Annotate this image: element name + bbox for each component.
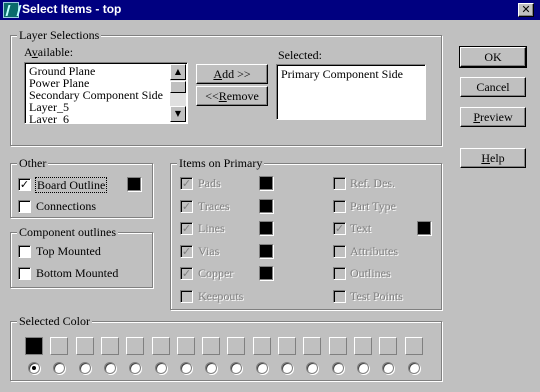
selected-color-label: Selected Color [17, 314, 92, 328]
bottom-mounted-checkbox[interactable] [18, 267, 31, 280]
copper-color-swatch[interactable] [259, 266, 273, 280]
text-checkbox[interactable]: ✓ [333, 222, 346, 235]
app-icon [3, 2, 19, 18]
available-label: Available: [24, 45, 74, 59]
palette-radio[interactable] [281, 362, 293, 374]
selected-color-group: Selected Color [10, 314, 442, 381]
pads-checkbox[interactable]: ✓ [180, 177, 193, 190]
text-color-swatch[interactable] [417, 221, 431, 235]
available-list-item[interactable]: Layer_6 [26, 113, 170, 123]
lines-checkbox[interactable]: ✓ [180, 222, 193, 235]
scroll-down-button[interactable]: ▼ [170, 106, 186, 122]
palette-swatch[interactable] [379, 337, 397, 355]
copper-checkbox[interactable]: ✓ [180, 267, 193, 280]
vias-checkbox[interactable]: ✓ [180, 245, 193, 258]
lines-label: Lines [198, 221, 225, 235]
palette-radio[interactable] [408, 362, 420, 374]
traces-label: Traces [198, 199, 230, 213]
palette-radio[interactable] [306, 362, 318, 374]
palette-swatch[interactable] [405, 337, 423, 355]
part-type-checkbox[interactable] [333, 200, 346, 213]
keepouts-label: Keepouts [198, 289, 244, 303]
items-on-primary-label: Items on Primary [177, 156, 265, 170]
selected-label: Selected: [278, 48, 322, 62]
palette-radio[interactable] [230, 362, 242, 374]
lines-color-swatch[interactable] [259, 221, 273, 235]
add-button[interactable]: Add >> [196, 64, 268, 84]
scroll-up-button[interactable]: ▲ [170, 64, 186, 80]
text-label: Text [350, 221, 372, 235]
ref-des-label: Ref. Des. [350, 176, 395, 190]
selected-listbox[interactable]: Primary Component Side [276, 64, 426, 120]
palette-swatch[interactable] [253, 337, 271, 355]
palette-radio[interactable] [155, 362, 167, 374]
close-button[interactable]: ✕ [518, 3, 534, 17]
palette-radio[interactable] [79, 362, 91, 374]
available-scrollbar[interactable]: ▲ ▼ [170, 64, 186, 122]
test-points-label: Test Points [350, 289, 403, 303]
selected-list-item[interactable]: Primary Component Side [278, 68, 424, 80]
ref-des-checkbox[interactable] [333, 177, 346, 190]
cancel-button[interactable]: Cancel [460, 77, 526, 97]
traces-color-swatch[interactable] [259, 199, 273, 213]
palette-swatch[interactable] [329, 337, 347, 355]
top-mounted-label: Top Mounted [36, 244, 101, 258]
pads-color-swatch[interactable] [259, 176, 273, 190]
top-mounted-checkbox[interactable] [18, 245, 31, 258]
vias-color-swatch[interactable] [259, 244, 273, 258]
palette-radio[interactable] [180, 362, 192, 374]
palette-swatch[interactable] [227, 337, 245, 355]
part-type-label: Part Type [350, 199, 396, 213]
traces-checkbox[interactable]: ✓ [180, 200, 193, 213]
palette-radio[interactable] [256, 362, 268, 374]
title-bar: Select Items - top ✕ [0, 0, 540, 20]
palette-radio[interactable] [53, 362, 65, 374]
ok-button[interactable]: OK [459, 46, 527, 68]
component-outlines-label: Component outlines [17, 225, 118, 239]
palette-swatch[interactable] [354, 337, 372, 355]
outlines-checkbox[interactable] [333, 267, 346, 280]
palette-swatch[interactable] [101, 337, 119, 355]
connections-label: Connections [36, 199, 96, 213]
palette-swatch[interactable] [50, 337, 68, 355]
keepouts-checkbox[interactable] [180, 290, 193, 303]
board-outline-color-swatch[interactable] [127, 177, 141, 191]
preview-button[interactable]: Preview [460, 107, 526, 127]
pads-label: Pads [198, 176, 221, 190]
copper-label: Copper [198, 266, 234, 280]
layer-selections-label: Layer Selections [17, 28, 102, 42]
palette-radio[interactable] [104, 362, 116, 374]
palette-radio[interactable] [332, 362, 344, 374]
palette-swatch[interactable] [25, 337, 43, 355]
window-title: Select Items - top [22, 2, 122, 16]
palette-radio[interactable] [357, 362, 369, 374]
board-outline-checkbox[interactable]: ✓ [18, 178, 31, 191]
scroll-thumb[interactable] [170, 81, 186, 93]
palette-swatch[interactable] [177, 337, 195, 355]
remove-button[interactable]: <<Remove [196, 86, 268, 106]
connections-checkbox[interactable] [18, 200, 31, 213]
vias-label: Vias [198, 244, 220, 258]
palette-swatch[interactable] [76, 337, 94, 355]
palette-radio[interactable] [28, 362, 40, 374]
palette-swatch[interactable] [202, 337, 220, 355]
board-outline-label: Board Outline [35, 177, 108, 193]
outlines-label: Outlines [350, 266, 391, 280]
palette-swatch[interactable] [278, 337, 296, 355]
palette-radio[interactable] [382, 362, 394, 374]
attributes-checkbox[interactable] [333, 245, 346, 258]
palette-radio[interactable] [205, 362, 217, 374]
palette-swatch[interactable] [152, 337, 170, 355]
available-listbox[interactable]: Ground Plane Power Plane Secondary Compone… [24, 62, 188, 124]
help-button[interactable]: Help [460, 148, 526, 168]
attributes-label: Attributes [350, 244, 398, 258]
other-label: Other [17, 156, 49, 170]
test-points-checkbox[interactable] [333, 290, 346, 303]
palette-swatch[interactable] [126, 337, 144, 355]
bottom-mounted-label: Bottom Mounted [36, 266, 119, 280]
palette-radio[interactable] [129, 362, 141, 374]
palette-swatch[interactable] [303, 337, 321, 355]
